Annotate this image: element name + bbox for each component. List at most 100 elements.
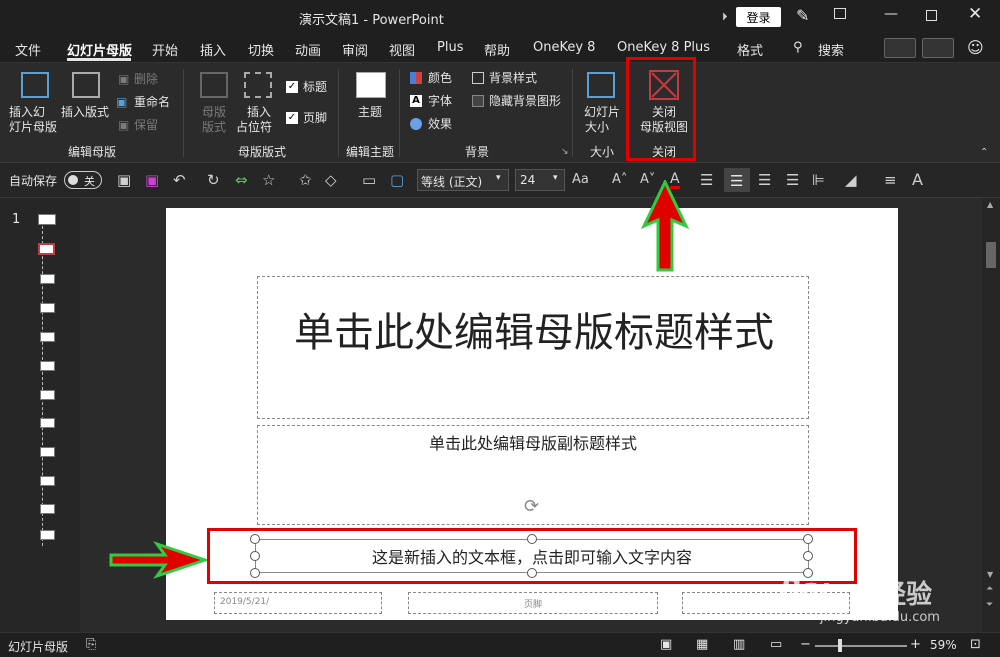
zoom-slider-thumb[interactable] (838, 639, 842, 652)
tab-slide-master[interactable]: 幻灯片母版 (67, 40, 132, 59)
normal-view-icon[interactable]: ▣ (660, 637, 672, 652)
reading-view-icon[interactable]: ▥ (733, 637, 745, 652)
search-label[interactable]: 搜索 (818, 40, 844, 59)
layout-thumbnail[interactable] (40, 274, 55, 284)
fonts-button[interactable]: 字体 (428, 94, 452, 109)
justify-icon[interactable]: ☰ (786, 172, 799, 188)
footer-placeholder[interactable]: 页脚 (408, 592, 658, 614)
date-placeholder[interactable]: 2019/5/21/ (214, 592, 382, 614)
tab-plus[interactable]: Plus (437, 40, 463, 55)
slideshow-icon[interactable]: ▭ (770, 637, 782, 652)
title-checkbox-label[interactable]: 标题 (303, 80, 327, 95)
title-placeholder[interactable]: 单击此处编辑母版标题样式 (257, 276, 809, 419)
insert-placeholder-line1[interactable]: 插入 (247, 105, 271, 120)
vertical-scrollbar[interactable]: ▲ ▼ ⏶ ⏷ (982, 198, 1000, 632)
font-name-select[interactable]: 等线 (正文) ▾ (417, 169, 509, 191)
zoom-out-icon[interactable]: − (800, 637, 811, 652)
close-icon[interactable]: ✕ (968, 4, 982, 24)
insert-layout-button[interactable]: 插入版式 (61, 105, 109, 120)
colors-button[interactable]: 颜色 (428, 71, 452, 86)
save-as-icon[interactable]: ▣ (145, 172, 159, 188)
align-right-icon[interactable]: ☰ (758, 172, 771, 188)
zoom-in-icon[interactable]: + (910, 637, 921, 652)
tab-home[interactable]: 开始 (152, 40, 178, 59)
bg-styles-button[interactable]: 背景样式 (489, 71, 537, 86)
dialog-launcher-icon[interactable]: ↘ (561, 147, 569, 157)
footer-checkbox-label[interactable]: 页脚 (303, 111, 327, 126)
shape-fill-icon[interactable]: ◢ (845, 172, 857, 188)
line-spacing-icon[interactable]: ≡ (884, 172, 897, 188)
tab-view[interactable]: 视图 (389, 40, 415, 59)
share-icon[interactable] (884, 38, 916, 58)
scroll-up-icon[interactable]: ▲ (987, 200, 993, 209)
scroll-thumb[interactable] (986, 242, 996, 268)
footer-checkbox[interactable]: ✓ (286, 112, 298, 124)
tab-help[interactable]: 帮助 (484, 40, 510, 59)
minimize-icon[interactable]: — (884, 6, 898, 22)
login-button[interactable]: 登录 (736, 7, 781, 27)
tab-onekey8[interactable]: OneKey 8 (533, 40, 595, 55)
align-left-icon[interactable]: ☰ (700, 172, 713, 188)
layout-thumbnail[interactable] (40, 504, 55, 514)
tab-format[interactable]: 格式 (737, 40, 763, 59)
master-thumbnail[interactable] (38, 214, 56, 225)
layout-thumbnail[interactable] (40, 418, 55, 428)
shapes-icon[interactable]: ◇ (325, 172, 337, 188)
layout-thumbnail-selected[interactable] (38, 243, 55, 255)
master-layout-line1[interactable]: 母版 (202, 105, 226, 120)
scroll-down-icon[interactable]: ▼ (987, 570, 993, 579)
insert-master-line1[interactable]: 插入幻 (9, 105, 45, 120)
layout-thumbnail[interactable] (40, 447, 55, 457)
next-slide-icon[interactable]: ⏷ (986, 600, 993, 610)
slide-size-line1[interactable]: 幻灯片 (584, 105, 620, 120)
star-icon[interactable]: ☆ (262, 172, 275, 188)
collapse-ribbon-icon[interactable]: ⌃ (980, 147, 988, 158)
layout-thumbnail[interactable] (40, 476, 55, 486)
layout-thumbnail[interactable] (40, 332, 55, 342)
layout-thumbnail[interactable] (40, 390, 55, 400)
tab-onekey8-plus[interactable]: OneKey 8 Plus (617, 40, 710, 55)
smiley-icon[interactable]: ☺ (967, 38, 984, 57)
prev-slide-icon[interactable]: ⏶ (986, 584, 993, 594)
title-checkbox[interactable]: ✓ (286, 81, 298, 93)
comments-icon[interactable] (922, 38, 954, 58)
effects-button[interactable]: 效果 (428, 117, 452, 132)
autosave-toggle[interactable]: 关 (64, 171, 102, 189)
align-center-icon[interactable]: ☰ (724, 168, 750, 192)
qat-customize-icon[interactable]: ⏵ (722, 10, 728, 24)
tab-animations[interactable]: 动画 (295, 40, 321, 59)
search-icon[interactable]: ⚲ (793, 40, 803, 55)
save-icon[interactable]: ▣ (117, 172, 131, 188)
picture-icon[interactable]: ▭ (362, 172, 376, 188)
fit-slide-icon[interactable]: ⊡ (970, 637, 981, 652)
ribbon-display-icon[interactable] (834, 8, 846, 19)
font-size-select[interactable]: 24 ▾ (515, 169, 565, 191)
redo-icon[interactable]: ↻ (207, 172, 220, 188)
change-case-icon[interactable]: Aa (572, 172, 589, 188)
tab-insert[interactable]: 插入 (200, 40, 226, 59)
slide-size-line2[interactable]: 大小 (585, 120, 609, 135)
rotate-handle-icon[interactable]: ⟳ (524, 496, 539, 517)
master-layout-line2[interactable]: 版式 (202, 120, 226, 135)
maximize-icon[interactable] (926, 10, 937, 21)
insert-master-line2[interactable]: 灯片母版 (9, 120, 57, 135)
star-outline-icon[interactable]: ✩ (299, 172, 312, 188)
undo-icon[interactable]: ↶ (173, 172, 186, 188)
slide-sorter-icon[interactable]: ▦ (696, 637, 708, 652)
zoom-level[interactable]: 59% (930, 638, 957, 652)
layout-thumbnail[interactable] (40, 303, 55, 313)
layout-thumbnail[interactable] (40, 530, 55, 540)
zoom-slider[interactable] (815, 645, 907, 647)
textbox-icon[interactable]: ▢ (390, 172, 404, 188)
theme-button[interactable]: 主题 (358, 105, 382, 120)
pen-icon[interactable]: ✎ (796, 6, 809, 25)
accessibility-icon[interactable]: ⎘ (86, 637, 96, 652)
rename-button[interactable]: 重命名 (134, 95, 170, 110)
tab-transitions[interactable]: 切换 (248, 40, 274, 59)
text-effects-icon[interactable]: A (912, 172, 923, 188)
hide-bg-label[interactable]: 隐藏背景图形 (489, 94, 561, 109)
increase-font-icon[interactable]: A˄ (612, 172, 627, 188)
tab-file[interactable]: 文件 (15, 40, 41, 59)
layout-thumbnail[interactable] (40, 361, 55, 371)
tab-review[interactable]: 审阅 (342, 40, 368, 59)
